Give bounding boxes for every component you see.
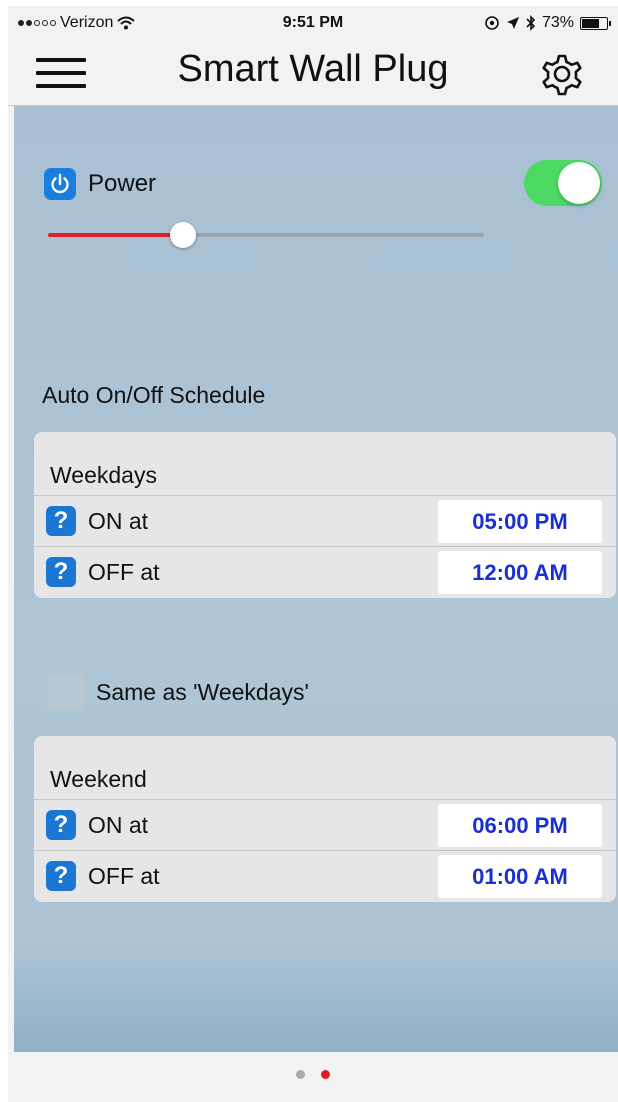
weekdays-on-row: ? ON at 05:00 PM (34, 496, 616, 547)
main-content: Power Auto On/Off Schedule Weekdays ? ON… (14, 106, 618, 1052)
page-indicator[interactable] (8, 1070, 618, 1079)
help-icon[interactable]: ? (46, 506, 76, 536)
weekend-on-time[interactable]: 06:00 PM (438, 804, 602, 847)
weekdays-header: Weekdays (34, 432, 616, 496)
help-icon[interactable]: ? (46, 861, 76, 891)
power-icon (44, 168, 76, 200)
weekend-card: Weekend ? ON at 06:00 PM ? OFF at 01:00 … (34, 736, 616, 902)
power-toggle[interactable] (524, 160, 602, 206)
schedule-heading: Auto On/Off Schedule (42, 382, 266, 408)
page-dot[interactable] (321, 1070, 330, 1079)
weekdays-off-label: OFF at (88, 559, 160, 585)
power-label: Power (88, 170, 157, 197)
slider-thumb[interactable] (170, 222, 197, 248)
weekend-off-row: ? OFF at 01:00 AM (34, 851, 616, 902)
navigation-bar: Smart Wall Plug (8, 40, 618, 106)
help-icon[interactable]: ? (46, 557, 76, 587)
location-arrow-icon (506, 17, 519, 29)
weekdays-card: Weekdays ? ON at 05:00 PM ? OFF at 12:00… (34, 432, 616, 598)
battery-level (582, 18, 599, 28)
bluetooth-icon (526, 15, 536, 31)
weekend-title: Weekend (50, 766, 147, 792)
weekend-on-row: ? ON at 06:00 PM (34, 800, 616, 851)
page-title: Smart Wall Plug (177, 48, 449, 90)
power-row: Power (44, 168, 156, 200)
weekend-off-time[interactable]: 01:00 AM (438, 855, 602, 898)
weekdays-off-row: ? OFF at 12:00 AM (34, 547, 616, 598)
same-as-weekdays-label: Same as 'Weekdays' (96, 678, 309, 705)
slider-fill (48, 233, 184, 237)
battery-percent: 73% (541, 14, 574, 31)
weekend-on-label: ON at (88, 812, 149, 838)
weekend-header: Weekend (34, 736, 616, 800)
same-as-weekdays-row: Same as 'Weekdays' (46, 672, 309, 712)
status-bar: Verizon 9:51 PM 73% (8, 6, 618, 40)
help-icon[interactable]: ? (46, 810, 76, 840)
gear-icon[interactable] (536, 52, 588, 104)
page-dot[interactable] (296, 1070, 305, 1079)
battery-icon (580, 16, 611, 30)
toggle-knob (558, 162, 600, 204)
power-level-slider[interactable] (48, 222, 484, 248)
weekend-off-label: OFF at (88, 863, 160, 889)
weekdays-off-time[interactable]: 12:00 AM (438, 551, 602, 594)
location-lock-icon (485, 16, 499, 30)
phone-screen: Verizon 9:51 PM 73% Smart Wall Plug Powe… (8, 6, 618, 1102)
weekdays-on-label: ON at (88, 508, 149, 534)
weekdays-on-time[interactable]: 05:00 PM (438, 500, 602, 543)
status-right: 73% (484, 14, 611, 32)
weekdays-title: Weekdays (50, 462, 157, 488)
same-as-weekdays-checkbox[interactable] (46, 672, 86, 712)
